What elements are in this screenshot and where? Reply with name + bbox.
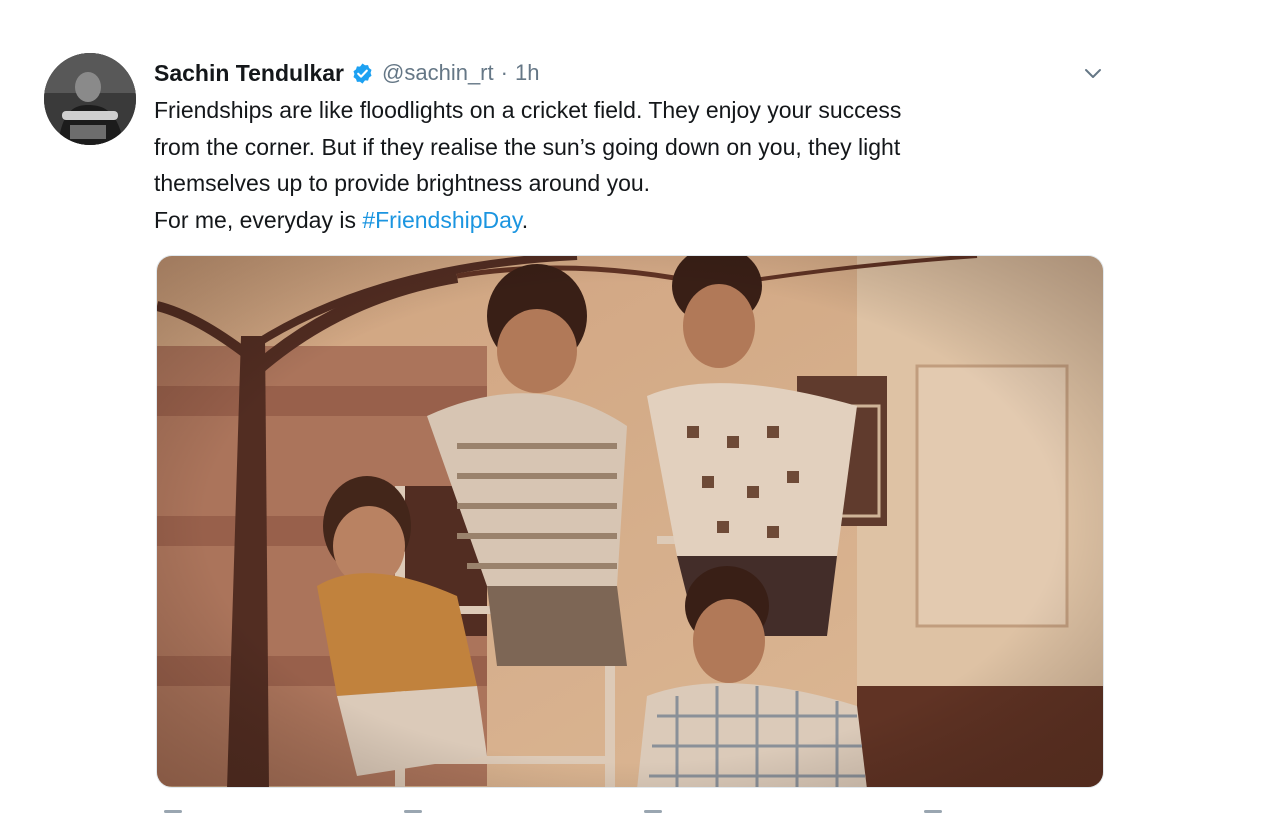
author-name[interactable]: Sachin Tendulkar bbox=[154, 60, 344, 87]
hashtag-link[interactable]: #FriendshipDay bbox=[362, 207, 521, 233]
photo-image bbox=[157, 256, 1103, 787]
share-icon[interactable] bbox=[924, 810, 942, 813]
tweet-photo[interactable] bbox=[156, 255, 1104, 788]
tweet[interactable]: Sachin Tendulkar @sachin_rt · 1h Friends… bbox=[0, 0, 1280, 819]
verified-badge-icon bbox=[351, 62, 374, 85]
tweet-text-suffix: . bbox=[521, 206, 529, 233]
separator-dot: · bbox=[500, 60, 508, 85]
tweet-text-line: Friendships are like floodlights on a cr… bbox=[154, 97, 902, 123]
tweet-text-prefix: For me, everyday is bbox=[154, 206, 363, 233]
like-icon[interactable] bbox=[644, 810, 662, 813]
retweet-icon[interactable] bbox=[404, 810, 422, 813]
chevron-down-icon bbox=[1085, 69, 1101, 78]
tweet-text: Friendships are like floodlights on a cr… bbox=[154, 92, 1114, 238]
avatar[interactable] bbox=[44, 53, 136, 145]
reply-icon[interactable] bbox=[164, 810, 182, 813]
tweet-text-last-line: For me, everyday is #FriendshipDay. bbox=[154, 202, 1114, 239]
author-handle[interactable]: @sachin_rt bbox=[382, 60, 494, 86]
tweet-text-line: themselves up to provide brightness arou… bbox=[154, 170, 651, 196]
tweet-header: Sachin Tendulkar @sachin_rt · 1h bbox=[154, 56, 539, 90]
tweet-text-line: from the corner. But if they realise the… bbox=[154, 133, 901, 160]
avatar-image bbox=[44, 53, 136, 145]
action-bar bbox=[156, 804, 976, 819]
more-options-button[interactable] bbox=[1078, 60, 1108, 86]
timestamp[interactable]: 1h bbox=[515, 60, 539, 86]
